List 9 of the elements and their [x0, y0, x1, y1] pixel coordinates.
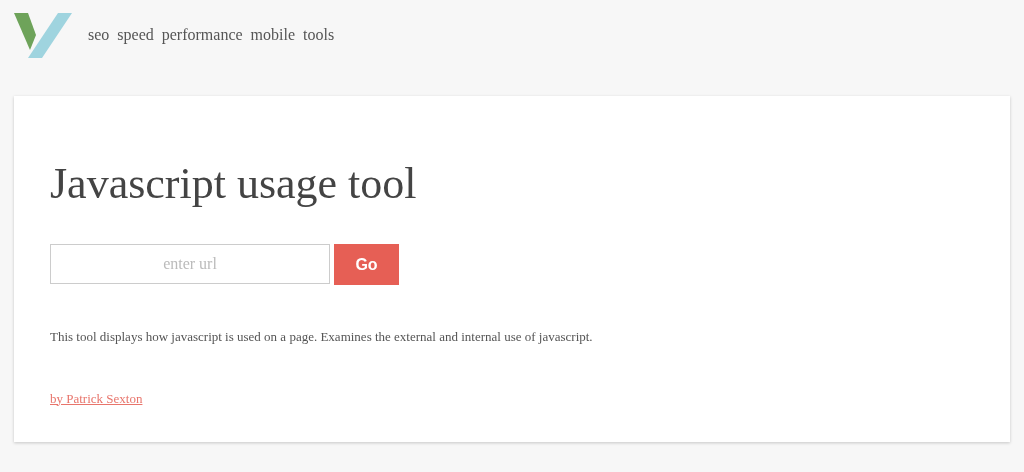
nav-link[interactable]: tools [303, 23, 335, 47]
page-title: Javascript usage tool [50, 162, 418, 206]
logo-icon[interactable] [14, 12, 72, 58]
nav-link[interactable]: speed [117, 23, 154, 47]
description-text: This tool displays how javascript is used on a page. Examines the external and internal use of javascript. [50, 328, 594, 346]
url-input-field[interactable]: enter url [50, 244, 330, 284]
nav-link[interactable]: mobile [250, 23, 296, 47]
nav-link[interactable]: seo [88, 23, 110, 47]
nav-link[interactable]: performance [161, 23, 243, 47]
